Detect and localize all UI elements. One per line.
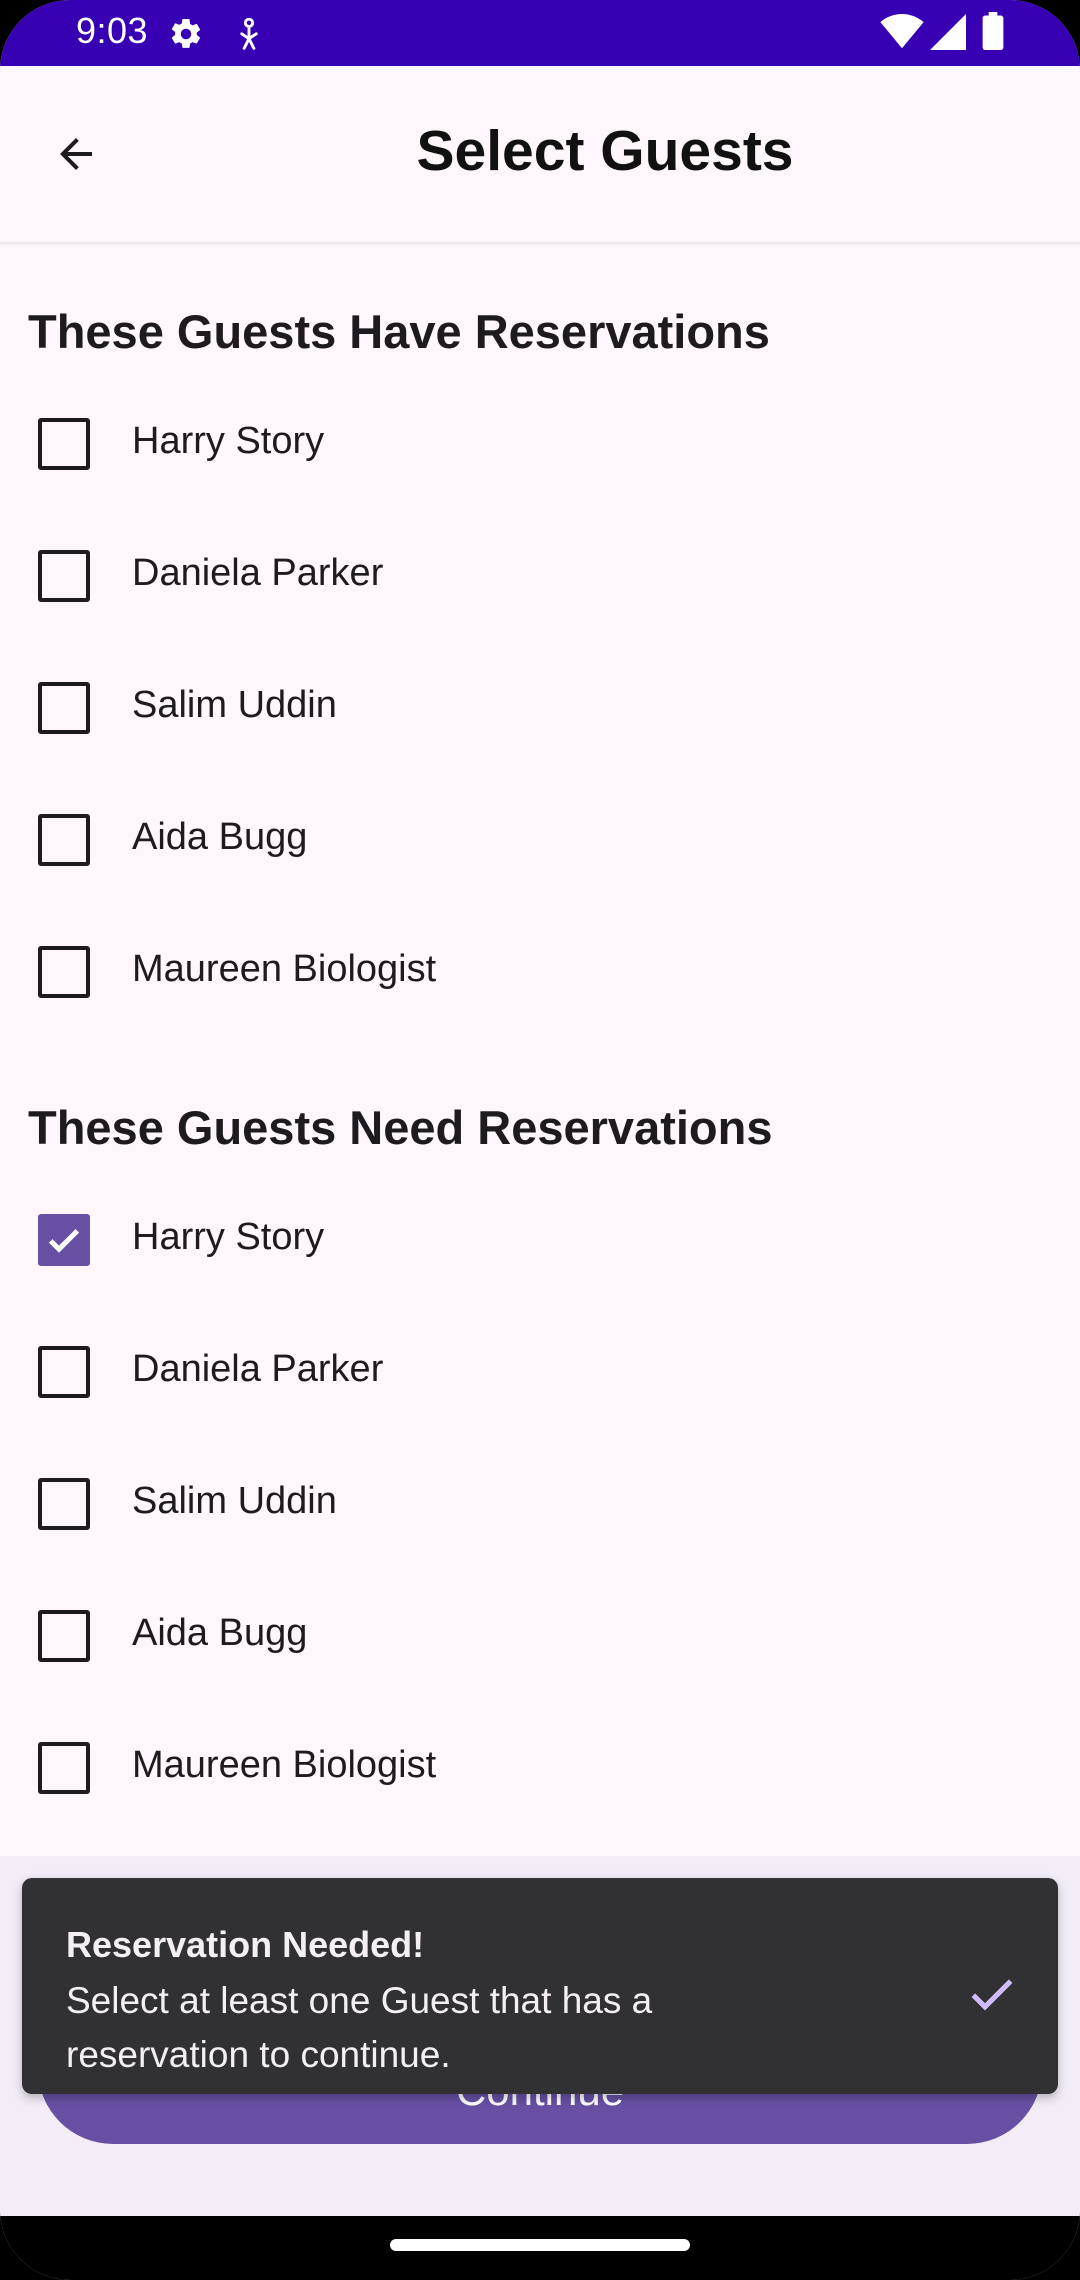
check-icon [48, 1229, 80, 1253]
guest-checkbox[interactable] [38, 814, 90, 866]
guest-name: Aida Bugg [132, 1612, 308, 1654]
guest-row[interactable]: Salim Uddin [0, 654, 1080, 764]
guest-row[interactable]: Daniela Parker [0, 522, 1080, 632]
guest-checkbox[interactable] [38, 682, 90, 734]
guest-row[interactable]: Maureen Biologist [0, 1714, 1080, 1824]
home-indicator[interactable] [390, 2239, 690, 2251]
guest-checkbox[interactable] [38, 1610, 90, 1662]
guest-checkbox[interactable] [38, 946, 90, 998]
guest-name: Maureen Biologist [132, 948, 437, 990]
signal-icon [930, 14, 966, 55]
app-bar: Select Guests [0, 66, 1080, 244]
guest-row[interactable]: Salim Uddin [0, 1450, 1080, 1560]
guest-row[interactable]: Harry Story [0, 390, 1080, 500]
guest-name: Harry Story [132, 1216, 325, 1258]
guest-checkbox[interactable] [38, 1478, 90, 1530]
wifi-icon [880, 14, 924, 55]
guest-checkbox[interactable] [38, 418, 90, 470]
guest-checkbox[interactable] [38, 1346, 90, 1398]
guest-name: Salim Uddin [132, 684, 337, 726]
guest-name: Maureen Biologist [132, 1744, 437, 1786]
battery-icon [982, 12, 1004, 55]
guest-row[interactable]: Daniela Parker [0, 1318, 1080, 1428]
snackbar: Reservation Needed! Select at least one … [22, 1878, 1058, 2094]
guest-name: Aida Bugg [132, 816, 308, 858]
settings-icon [168, 16, 204, 57]
section-title-need-reservations: These Guests Need Reservations [28, 1101, 773, 1154]
screen: 9:03 Select Guests These Guests Have Res… [0, 0, 1080, 2280]
accessibility-icon [234, 17, 264, 57]
guest-row[interactable]: Aida Bugg [0, 786, 1080, 896]
section-title-have-reservations: These Guests Have Reservations [28, 305, 770, 358]
check-icon [971, 1979, 1013, 2011]
guest-checkbox-checked[interactable] [38, 1214, 90, 1266]
status-time: 9:03 [76, 10, 149, 51]
snackbar-dismiss-button[interactable] [952, 1954, 1032, 2034]
snackbar-message: Select at least one Guest that has a res… [66, 1980, 653, 2075]
guest-checkbox[interactable] [38, 550, 90, 602]
page-title: Select Guests [416, 119, 794, 183]
guest-row[interactable]: Harry Story [0, 1186, 1080, 1296]
guest-row[interactable]: Aida Bugg [0, 1582, 1080, 1692]
guest-name: Daniela Parker [132, 1348, 384, 1390]
status-bar: 9:03 [0, 0, 1080, 66]
snackbar-title: Reservation Needed! [66, 1924, 425, 1965]
guest-checkbox[interactable] [38, 1742, 90, 1794]
guest-row[interactable]: Maureen Biologist [0, 918, 1080, 1028]
guest-name: Harry Story [132, 420, 325, 462]
guest-name: Salim Uddin [132, 1480, 337, 1522]
guest-name: Daniela Parker [132, 552, 384, 594]
